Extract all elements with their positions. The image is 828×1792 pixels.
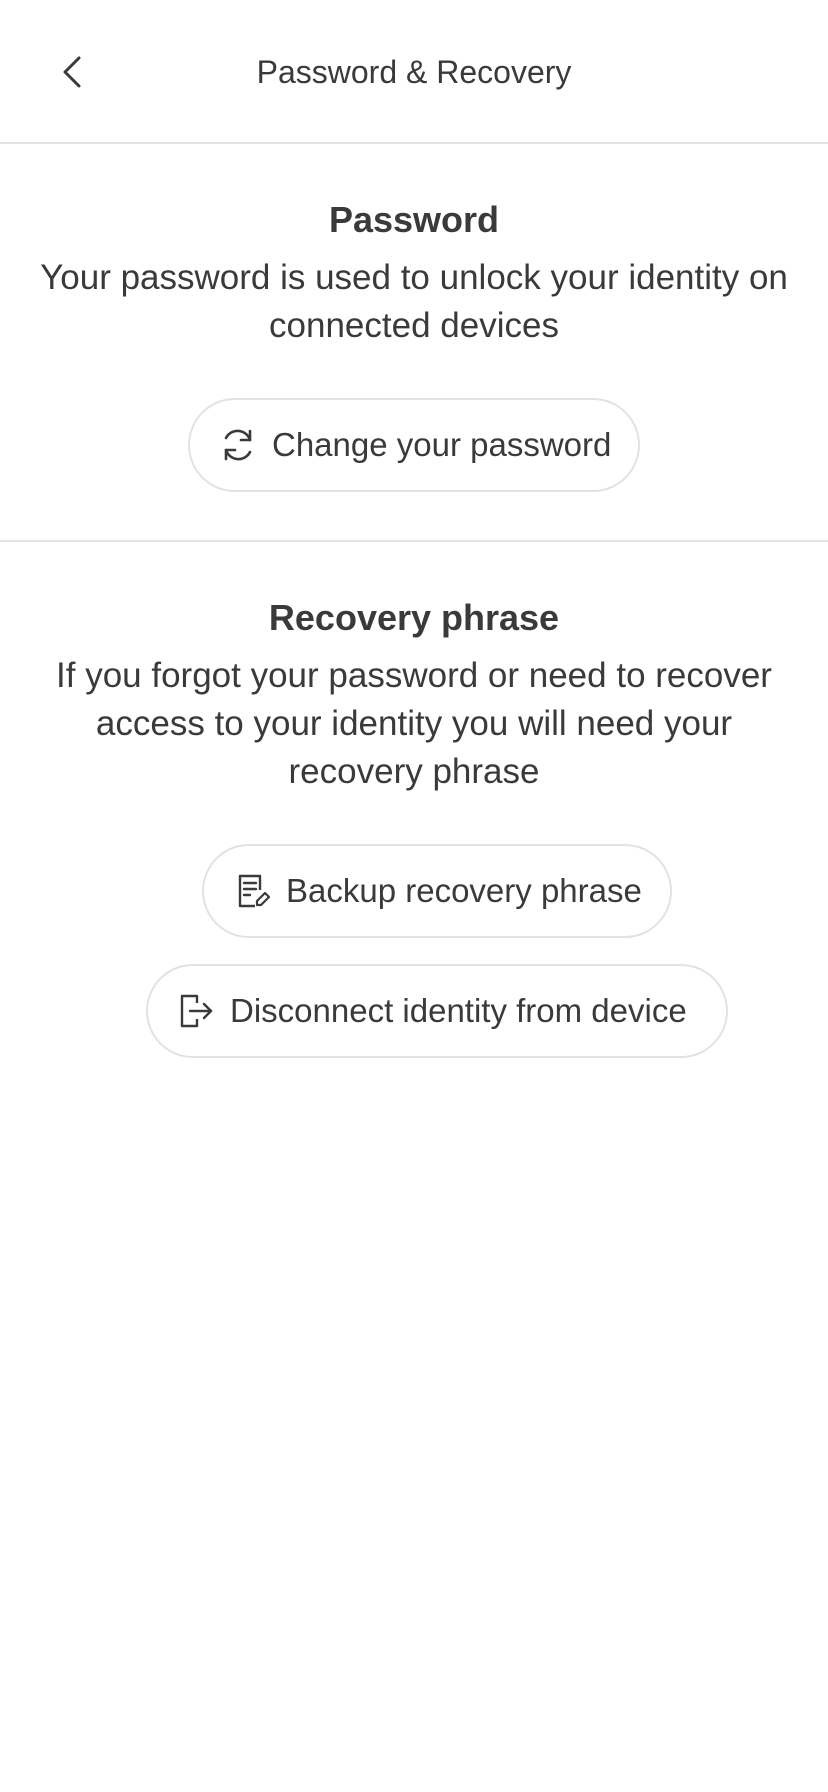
page-title: Password & Recovery <box>256 54 572 90</box>
password-section-description: Your password is used to unlock your ide… <box>40 258 788 345</box>
top-bar: Password & Recovery <box>0 0 828 144</box>
password-section-title: Password <box>328 199 500 240</box>
password-section: Password Your password is used to unlock… <box>0 144 828 542</box>
recovery-section-description: If you forgot your password or need to r… <box>56 656 772 791</box>
disconnect-identity-label: Disconnect identity from device <box>230 992 687 1029</box>
logout-icon <box>176 991 216 1031</box>
change-password-button[interactable]: Change your password <box>188 398 640 492</box>
backup-recovery-phrase-label: Backup recovery phrase <box>286 872 642 909</box>
backup-recovery-phrase-button[interactable]: Backup recovery phrase <box>202 844 672 938</box>
document-edit-icon <box>232 871 272 911</box>
recovery-section-title: Recovery phrase <box>268 597 560 638</box>
change-password-label: Change your password <box>272 426 612 463</box>
disconnect-identity-button[interactable]: Disconnect identity from device <box>146 964 728 1058</box>
refresh-icon <box>218 425 258 465</box>
